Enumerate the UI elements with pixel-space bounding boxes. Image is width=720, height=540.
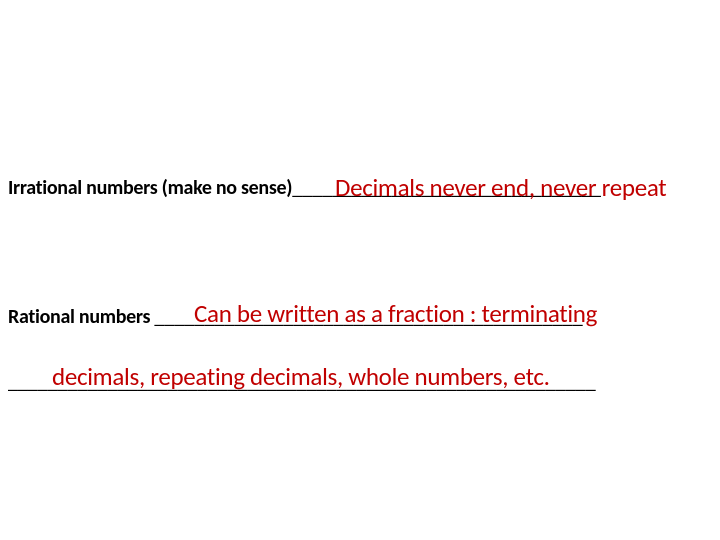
irrational-prompt: Irrational numbers (make no sense) [8, 176, 292, 200]
rational-prompt: Rational numbers [8, 305, 154, 329]
continuation-answer: decimals, repeating decimals, whole numb… [52, 361, 550, 392]
rational-answer: Can be written as a fraction : terminati… [194, 298, 597, 329]
irrational-answer: Decimals never end, never repeat [335, 172, 666, 203]
